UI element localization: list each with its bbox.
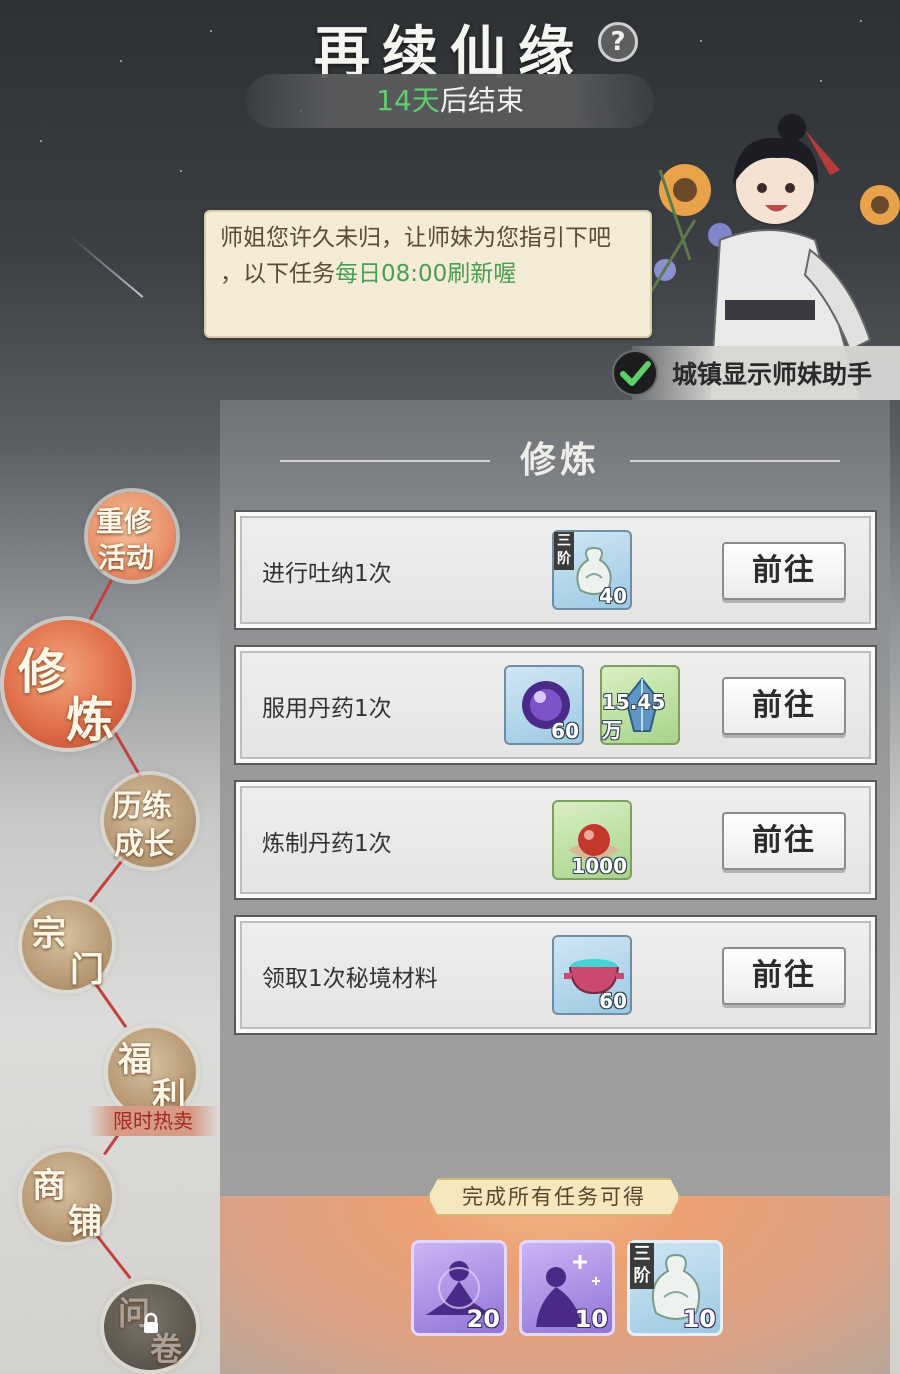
goto-button[interactable]: 前往	[722, 542, 846, 600]
reward-qty: 60	[551, 719, 579, 743]
nav-label-line2: 门	[70, 950, 104, 990]
divider-left	[280, 460, 490, 462]
nav-label-line1: 重修	[96, 505, 153, 538]
nav-label-line1: 福	[118, 1040, 152, 1080]
speech-line-1: 师姐您许久未归，让师妹为您指引下吧	[220, 225, 611, 251]
divider-right	[630, 460, 840, 462]
star	[40, 140, 42, 142]
blue-crystal-icon[interactable]: 15.45万	[600, 665, 680, 745]
limited-sale-tag: 限时热卖	[88, 1106, 218, 1136]
reward-qty: 20	[466, 1305, 500, 1333]
town-assistant-toggle[interactable]: 城镇显示师妹助手	[612, 346, 900, 400]
nav-label-line2: 成长	[114, 827, 174, 862]
reward-qty: 10	[682, 1305, 716, 1333]
timer-days: 14天	[376, 84, 440, 117]
task-row: 炼制丹药1次 1000 前往	[234, 780, 877, 900]
nav-welfare[interactable]: 福 利	[108, 1028, 196, 1116]
tier3-vase-icon[interactable]: 三阶 40	[552, 530, 632, 610]
task-label: 服用丹药1次	[262, 696, 392, 722]
red-pill-icon[interactable]: 1000	[552, 800, 632, 880]
sparkle-figure-icon[interactable]: 10	[519, 1240, 615, 1336]
lock-icon	[144, 1312, 158, 1333]
nav-connector	[86, 579, 113, 625]
reward-qty: 1000	[571, 854, 627, 878]
speech-line-2: ，以下任务每日08:00刷新喔	[220, 256, 636, 292]
refresh-time-highlight: 每日08:00刷新喔	[335, 261, 517, 287]
reward-qty: 15.45万	[602, 690, 666, 742]
meditating-figure-icon[interactable]: 20	[411, 1240, 507, 1336]
nav-label-line1: 修	[18, 644, 67, 700]
section-header: 修炼	[280, 432, 840, 488]
goto-button[interactable]: 前往	[722, 677, 846, 735]
nav-label-line2: 活动	[98, 541, 155, 574]
tier-badge: 三阶	[554, 532, 574, 570]
purple-orb-icon[interactable]: 60	[504, 665, 584, 745]
reward-qty: 60	[599, 989, 627, 1013]
checkmark-icon[interactable]	[612, 350, 658, 396]
task-label: 炼制丹药1次	[262, 831, 392, 857]
nav-rebuild-event[interactable]: 重修 活动	[88, 492, 176, 580]
nav-label-line1: 商	[32, 1166, 66, 1206]
nav-connector	[112, 729, 143, 779]
goto-button[interactable]: 前往	[722, 947, 846, 1005]
nav-shop[interactable]: 商 铺	[22, 1152, 112, 1242]
task-label: 进行吐纳1次	[262, 561, 392, 587]
assistant-speech-bubble: 师姐您许久未归，让师妹为您指引下吧 ，以下任务每日08:00刷新喔	[204, 210, 652, 338]
section-title: 修炼	[519, 439, 600, 481]
task-row: 进行吐纳1次 三阶 40 前往	[234, 510, 877, 630]
completion-title: 完成所有任务可得	[428, 1178, 680, 1216]
cauldron-icon[interactable]: 60	[552, 935, 632, 1015]
help-icon[interactable]: ?	[598, 22, 638, 62]
task-row: 服用丹药1次 60 15.45万 前往	[234, 645, 877, 765]
reward-qty: 10	[574, 1305, 608, 1333]
nav-label-line2: 炼	[66, 692, 115, 748]
speech-line-2-prefix: ，以下任务	[220, 261, 335, 287]
star	[180, 170, 182, 172]
tier3-vase-icon[interactable]: 三阶 10	[627, 1240, 723, 1336]
nav-cultivation[interactable]: 修 炼	[4, 620, 132, 748]
goto-button[interactable]: 前往	[722, 812, 846, 870]
task-label: 领取1次秘境材料	[262, 966, 438, 992]
tier-badge: 三阶	[630, 1243, 654, 1289]
nav-label-line2: 铺	[68, 1202, 102, 1242]
toggle-label: 城镇显示师妹助手	[672, 360, 873, 389]
task-row: 领取1次秘境材料 60 前往	[234, 915, 877, 1035]
nav-training-growth[interactable]: 历练 成长	[104, 775, 196, 867]
reward-qty: 40	[599, 584, 627, 608]
nav-sect[interactable]: 宗 门	[22, 900, 112, 990]
meteor	[69, 235, 144, 298]
nav-label-line1: 宗	[32, 914, 66, 954]
countdown-timer: 14天后结束	[246, 74, 654, 128]
timer-suffix: 后结束	[439, 84, 524, 117]
